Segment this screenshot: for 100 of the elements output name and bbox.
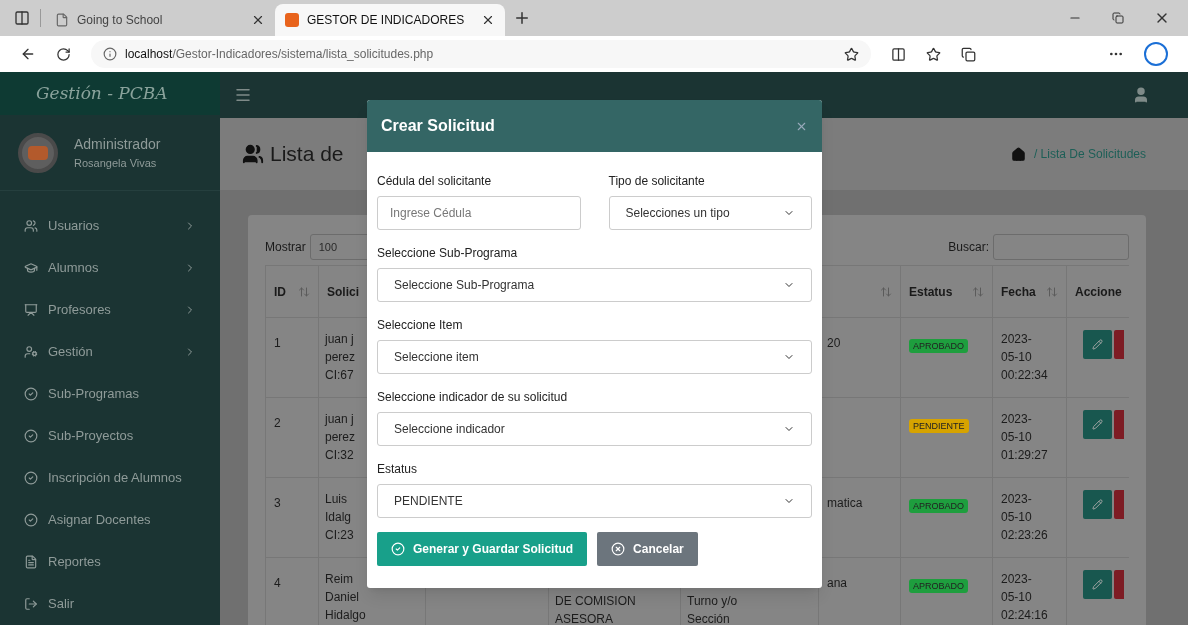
check-circle-icon [24,387,38,401]
column-header[interactable]: ID [265,266,318,317]
table-cell-text: ASESORA [555,611,615,625]
document-icon [24,555,38,569]
check-circle-icon [391,542,405,556]
restore-icon[interactable] [1112,12,1124,24]
status-badge: APROBADO [909,499,968,513]
status-badge: PENDIENTE [909,419,969,433]
table-cell: ana [827,576,848,590]
split-screen-icon[interactable] [891,46,906,62]
table-cell-text: CI:23 [325,527,355,544]
pencil-icon [1092,579,1103,590]
sidebar-item[interactable]: Gestión [0,331,220,373]
browser-tab[interactable]: GESTOR DE INDICADORES [275,4,505,36]
logout-icon [24,597,38,611]
close-icon[interactable] [251,13,265,27]
user-icon[interactable] [1132,86,1150,104]
table-cell-text: Turno y/o [687,593,739,610]
graduate-icon [24,261,38,275]
sidebar-item[interactable]: Alumnos [0,247,220,289]
presentation-icon [24,303,38,317]
table-cell-text: Idalg [325,509,353,526]
table-cell: 2 [274,416,281,430]
column-title: Estatus [909,283,953,301]
search-field[interactable] [993,234,1129,260]
select-field[interactable]: Selecciones un tipo [608,196,812,230]
pencil-icon [1092,499,1103,510]
new-tab-icon[interactable] [513,9,531,27]
edit-button[interactable] [1083,490,1112,519]
table-cell-text: 2023- [1001,491,1033,508]
users-icon [242,143,264,165]
field-label: Seleccione Item [377,317,464,334]
table-cell-text: Hidalgo [325,607,367,624]
table-cell-text: 2023- [1001,411,1033,428]
field-label: Seleccione indicador de su solicitud [377,389,569,406]
table-cell-text: 01:29:27 [1001,447,1049,464]
edit-button[interactable] [1083,330,1112,359]
home-icon[interactable] [1010,146,1026,162]
back-icon[interactable] [20,46,36,62]
sidebar-item[interactable]: Usuarios [0,205,220,247]
favorites-icon[interactable] [926,46,941,62]
table-cell-text: juan j [325,411,355,428]
table-cell: 20 [827,336,841,350]
star-icon[interactable] [844,46,859,62]
modal-title: Crear Solicitud [381,116,495,136]
tab-title: Going to School [77,12,164,29]
save-button[interactable]: Generar y Guardar Solicitud [377,532,588,566]
reload-icon[interactable] [56,46,71,62]
table-cell-text: DE COMISION [555,593,637,610]
select-field[interactable]: PENDIENTE [377,484,812,518]
table-cell-text: 00:22:34 [1001,367,1049,384]
check-circle-icon [24,429,38,443]
close-icon[interactable] [481,13,495,27]
table-cell-text: 02:24:16 [1001,607,1049,624]
table-cell: matica [827,496,863,510]
user-icon [24,345,38,359]
select-field[interactable]: Seleccione indicador [377,412,812,446]
table-cell: 1 [274,336,281,350]
cancel-button[interactable]: Cancelar [597,532,698,566]
user-name: Rosangela Vivas [74,155,158,171]
table-cell-text: Reim [325,571,354,588]
column-title: Solici [327,283,359,301]
select-field[interactable]: Seleccione Sub-Programa [377,268,812,302]
select-field[interactable]: Seleccione item [377,340,812,374]
collections-icon[interactable] [961,46,976,62]
sidebar-item[interactable]: Profesores [0,289,220,331]
status-badge: APROBADO [909,339,968,353]
table-cell-text: Sección [687,611,731,625]
column-header[interactable]: Accione [1066,266,1128,317]
pencil-icon [1092,339,1103,350]
browser-tab[interactable]: Going to School [45,4,275,36]
field-label: Cédula del solicitante [377,173,493,190]
sidebar-item[interactable]: Sub-Proyectos [0,415,220,457]
edit-button[interactable] [1083,410,1112,439]
assistant-icon[interactable] [1144,42,1168,66]
edit-button[interactable] [1083,570,1112,599]
app-logo-icon [285,13,299,27]
menu-icon[interactable] [234,86,252,104]
table-cell-text: 05-10 [1001,429,1033,446]
sidebar-item[interactable]: Inscripción de Alumnos [0,457,220,499]
status-badge: APROBADO [909,579,968,593]
pencil-icon [1092,419,1103,430]
sidebar-item[interactable]: Sub-Programas [0,373,220,415]
tab-actions-icon[interactable] [14,10,30,26]
input-field[interactable]: Ingrese Cédula [377,196,581,230]
table-cell-text: juan j [325,331,355,348]
table-cell-text: 2023- [1001,571,1033,588]
table-cell-text: 02:23:26 [1001,527,1049,544]
column-header[interactable]: Fecha [992,266,1066,317]
avatar-icon [18,132,58,173]
page-icon [55,13,69,27]
address-field[interactable]: localhost/Gestor-Indicadores/sistema/lista_solicitudes.php [91,40,871,68]
sidebar-item[interactable]: Salir [0,583,220,625]
sidebar-item[interactable]: Reportes [0,541,220,583]
column-header[interactable]: Estatus [900,266,992,317]
table-cell: 4 [274,576,281,590]
field-label: Tipo de solicitante [608,173,706,190]
tab-title: GESTOR DE INDICADORES [307,12,466,29]
sidebar-item[interactable]: Asignar Docentes [0,499,220,541]
show-label: Mostrar [265,239,306,256]
